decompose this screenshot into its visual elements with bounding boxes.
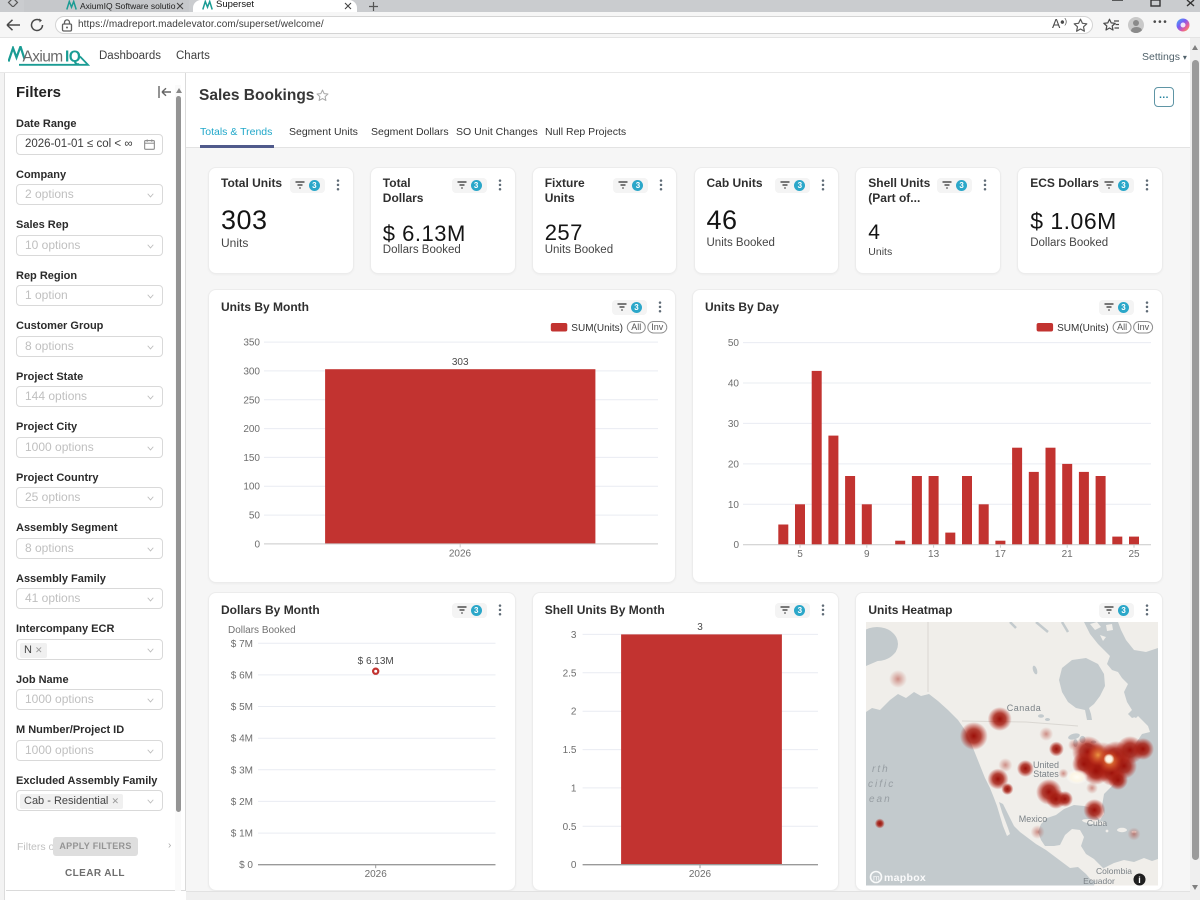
svg-text:Inv: Inv — [1137, 322, 1150, 332]
svg-text:Mexico: Mexico — [1018, 814, 1047, 824]
svg-text:1: 1 — [571, 783, 577, 794]
svg-text:50: 50 — [728, 338, 740, 349]
svg-text:Colombia: Colombia — [1096, 866, 1132, 876]
svg-text:SUM(Units): SUM(Units) — [1057, 323, 1109, 334]
svg-text:350: 350 — [243, 338, 260, 349]
svg-text:$ 6M: $ 6M — [231, 670, 253, 681]
svg-text:2026: 2026 — [365, 869, 388, 880]
svg-text:30: 30 — [728, 419, 740, 430]
svg-text:$ 4M: $ 4M — [231, 734, 253, 745]
svg-text:13: 13 — [928, 549, 940, 560]
svg-text:0: 0 — [254, 539, 260, 550]
svg-text:21: 21 — [1062, 549, 1074, 560]
svg-text:$ 6.13M: $ 6.13M — [358, 656, 394, 667]
svg-text:2026: 2026 — [689, 869, 712, 880]
svg-text:m: m — [873, 874, 880, 883]
svg-text:150: 150 — [243, 453, 260, 464]
svg-text:$ 7M: $ 7M — [231, 639, 253, 650]
svg-text:$ 5M: $ 5M — [231, 702, 253, 713]
svg-text:cific: cific — [868, 779, 895, 790]
svg-text:2: 2 — [571, 707, 577, 718]
svg-text:mapbox: mapbox — [884, 872, 926, 884]
svg-text:10: 10 — [728, 500, 740, 511]
svg-text:0.5: 0.5 — [562, 822, 576, 833]
svg-text:All: All — [631, 322, 641, 332]
svg-text:$ 2M: $ 2M — [231, 797, 253, 808]
svg-text:1.5: 1.5 — [562, 745, 576, 756]
svg-text:20: 20 — [728, 459, 740, 470]
svg-text:100: 100 — [243, 482, 260, 493]
svg-text:2.5: 2.5 — [562, 668, 576, 679]
svg-text:ean: ean — [869, 794, 892, 805]
svg-text:Canada: Canada — [1006, 703, 1041, 713]
svg-text:5: 5 — [797, 549, 803, 560]
svg-text:300: 300 — [243, 366, 260, 377]
svg-text:50: 50 — [249, 511, 261, 522]
svg-text:$ 1M: $ 1M — [231, 829, 253, 840]
svg-text:$ 3M: $ 3M — [231, 765, 253, 776]
svg-text:2026: 2026 — [449, 549, 472, 560]
svg-text:All: All — [1117, 322, 1127, 332]
svg-text:IQ: IQ — [65, 49, 81, 66]
svg-text:SUM(Units): SUM(Units) — [571, 323, 623, 334]
svg-text:9: 9 — [864, 549, 870, 560]
svg-text:0: 0 — [571, 860, 577, 871]
svg-text:Cuba: Cuba — [1086, 818, 1107, 828]
svg-text:200: 200 — [243, 424, 260, 435]
svg-text:3: 3 — [697, 622, 703, 633]
svg-text:Ecuador: Ecuador — [1083, 876, 1115, 886]
svg-text:Axium: Axium — [23, 49, 63, 66]
svg-text:17: 17 — [995, 549, 1007, 560]
svg-text:25: 25 — [1128, 549, 1140, 560]
svg-text:Dollars Booked: Dollars Booked — [228, 625, 296, 636]
svg-text:40: 40 — [728, 379, 740, 390]
svg-text:i: i — [1138, 875, 1141, 885]
svg-text:303: 303 — [452, 357, 469, 368]
svg-text:3: 3 — [571, 630, 577, 641]
svg-text:0: 0 — [733, 540, 739, 551]
svg-text:States: States — [1033, 769, 1059, 779]
svg-text:250: 250 — [243, 395, 260, 406]
svg-text:rth: rth — [872, 764, 890, 775]
svg-text:Inv: Inv — [651, 322, 664, 332]
svg-text:$ 0: $ 0 — [239, 860, 253, 871]
